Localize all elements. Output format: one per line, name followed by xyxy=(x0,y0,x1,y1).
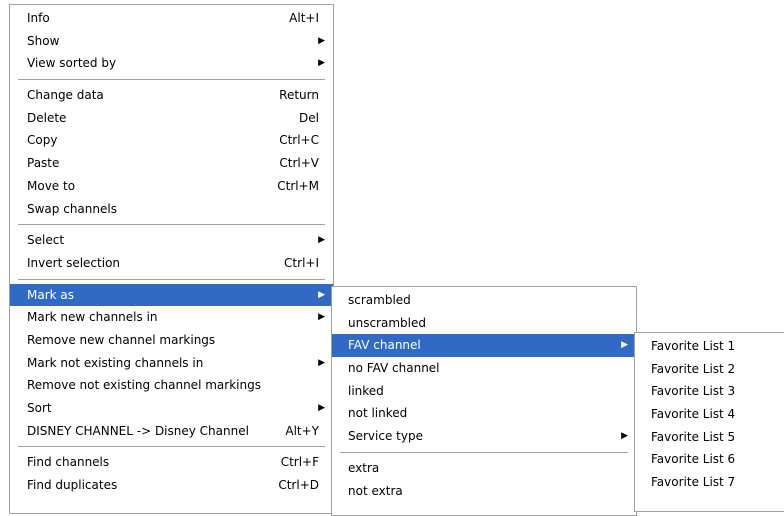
menu-item-view-sorted-by[interactable]: View sorted by ▶ xyxy=(10,52,333,75)
menu-separator xyxy=(10,75,333,84)
menu-item-label: Sort xyxy=(27,401,52,415)
shortcut-label: Ctrl+D xyxy=(278,478,319,493)
menu-item-label: Show xyxy=(27,33,60,48)
menu-item-label: DISNEY CHANNEL -> Disney Channel xyxy=(27,423,249,438)
menu-item-label: View sorted by xyxy=(27,56,117,71)
menu-item-label: Find channels xyxy=(27,455,110,470)
menu-separator xyxy=(10,275,333,284)
menu-item-label: Favorite List 7 xyxy=(651,475,736,490)
menu-item-select[interactable]: Select ▶ xyxy=(10,229,333,252)
menu-item-remove-new-channel-markings[interactable]: Remove new channel markings xyxy=(10,329,333,352)
menu-item-swap-channels[interactable]: Swap channels xyxy=(10,198,333,221)
menu-item-label: Paste xyxy=(27,156,60,171)
shortcut-label: Ctrl+C xyxy=(279,133,319,148)
shortcut-label: Ctrl+V xyxy=(279,156,319,171)
menu-item-mark-as[interactable]: Mark as ▶ xyxy=(10,283,333,307)
menu-separator xyxy=(10,220,333,229)
menu-item-label: Favorite List 1 xyxy=(651,339,736,353)
menu-item-label: Favorite List 4 xyxy=(651,407,736,422)
submenu-arrow-icon: ▶ xyxy=(318,58,325,69)
menu-item-label: Service type xyxy=(348,429,423,444)
menu-item-label: Mark not existing channels in xyxy=(27,355,204,370)
menu-item-label: Change data xyxy=(27,88,104,103)
menu-item-invert-selection[interactable]: Invert selection Ctrl+I xyxy=(10,252,333,275)
submenu-arrow-icon: ▶ xyxy=(318,35,325,46)
menu-item-label: linked xyxy=(348,383,384,398)
menu-item-unscrambled[interactable]: unscrambled xyxy=(332,312,636,335)
menu-item-paste[interactable]: Paste Ctrl+V xyxy=(10,152,333,175)
menu-item-label: Info xyxy=(27,11,50,25)
menu-item-remove-not-existing-channel-markings[interactable]: Remove not existing channel markings xyxy=(10,374,333,397)
menu-item-label: Remove new channel markings xyxy=(27,332,216,347)
fav-channel-submenu: Favorite List 1 Favorite List 2 Favorite… xyxy=(634,332,784,512)
menu-item-not-linked[interactable]: not linked xyxy=(332,402,636,425)
menu-item-sort[interactable]: Sort ▶ xyxy=(10,397,333,420)
menu-item-label: scrambled xyxy=(348,293,411,307)
submenu-arrow-icon: ▶ xyxy=(318,357,325,368)
menu-item-favorite-list-4[interactable]: Favorite List 4 xyxy=(635,403,784,426)
shortcut-label: Return xyxy=(279,88,319,103)
menu-item-label: not extra xyxy=(348,483,403,498)
menu-item-favorite-list-2[interactable]: Favorite List 2 xyxy=(635,358,784,381)
menu-separator xyxy=(332,448,636,457)
shortcut-label: Del xyxy=(299,110,319,125)
menu-item-label: no FAV channel xyxy=(348,361,440,376)
menu-item-favorite-list-7[interactable]: Favorite List 7 xyxy=(635,471,784,494)
menu-item-change-data[interactable]: Change data Return xyxy=(10,84,333,107)
menu-item-mark-not-existing-channels-in[interactable]: Mark not existing channels in ▶ xyxy=(10,352,333,375)
submenu-arrow-icon: ▶ xyxy=(318,403,325,413)
menu-item-label: Favorite List 3 xyxy=(651,384,736,399)
menu-item-label: Invert selection xyxy=(27,255,121,270)
menu-item-find-channels[interactable]: Find channels Ctrl+F xyxy=(10,451,333,474)
menu-item-favorite-list-1[interactable]: Favorite List 1 xyxy=(635,335,784,358)
menu-item-mark-new-channels-in[interactable]: Mark new channels in ▶ xyxy=(10,306,333,329)
menu-item-label: Favorite List 5 xyxy=(651,429,736,444)
menu-item-label: Mark as xyxy=(27,287,75,302)
menu-item-label: Remove not existing channel markings xyxy=(27,378,261,393)
menu-separator xyxy=(10,442,333,451)
menu-item-move-to[interactable]: Move to Ctrl+M xyxy=(10,175,333,198)
menu-item-show[interactable]: Show ▶ xyxy=(10,30,333,53)
menu-item-label: extra xyxy=(348,460,380,475)
menu-item-label: Favorite List 6 xyxy=(651,452,736,467)
menu-item-label: Find duplicates xyxy=(27,478,118,493)
menu-item-extra[interactable]: extra xyxy=(332,457,636,480)
menu-item-delete[interactable]: Delete Del xyxy=(10,107,333,130)
menu-item-label: Copy xyxy=(27,133,58,148)
menu-item-label: Delete xyxy=(27,110,67,125)
submenu-arrow-icon: ▶ xyxy=(318,312,325,323)
context-menu: Info Alt+I Show ▶ View sorted by ▶ Change d… xyxy=(9,4,334,514)
menu-item-label: Swap channels xyxy=(27,201,117,216)
menu-item-favorite-list-6[interactable]: Favorite List 6 xyxy=(635,448,784,471)
menu-item-favorite-list-5[interactable]: Favorite List 5 xyxy=(635,426,784,449)
mark-as-submenu: scrambled unscrambled FAV channel ▶ no FA… xyxy=(331,286,637,516)
shortcut-label: Ctrl+M xyxy=(277,178,319,193)
menu-item-label: FAV channel xyxy=(348,338,421,353)
menu-item-find-duplicates[interactable]: Find duplicates Ctrl+D xyxy=(10,474,333,497)
menu-item-no-fav-channel[interactable]: no FAV channel xyxy=(332,357,636,380)
shortcut-label: Alt+I xyxy=(289,11,319,25)
shortcut-label: Ctrl+I xyxy=(284,255,319,270)
menu-item-disney-rename[interactable]: DISNEY CHANNEL -> Disney Channel Alt+Y xyxy=(10,420,333,443)
menu-item-fav-channel[interactable]: FAV channel ▶ xyxy=(332,334,636,358)
menu-item-linked[interactable]: linked xyxy=(332,380,636,403)
submenu-arrow-icon: ▶ xyxy=(318,289,325,300)
submenu-arrow-icon: ▶ xyxy=(621,431,628,442)
menu-item-label: Move to xyxy=(27,178,76,193)
menu-item-scrambled[interactable]: scrambled xyxy=(332,289,636,312)
menu-item-label: unscrambled xyxy=(348,315,426,330)
menu-item-label: Select xyxy=(27,233,65,248)
menu-item-label: Favorite List 2 xyxy=(651,361,736,376)
submenu-arrow-icon: ▶ xyxy=(621,340,628,351)
menu-item-favorite-list-3[interactable]: Favorite List 3 xyxy=(635,380,784,403)
menu-item-copy[interactable]: Copy Ctrl+C xyxy=(10,129,333,152)
menu-item-label: Mark new channels in xyxy=(27,310,158,325)
menu-item-info[interactable]: Info Alt+I xyxy=(10,7,333,30)
menu-item-service-type[interactable]: Service type ▶ xyxy=(332,425,636,448)
shortcut-label: Alt+Y xyxy=(285,423,319,438)
shortcut-label: Ctrl+F xyxy=(280,455,319,470)
menu-item-label: not linked xyxy=(348,406,408,421)
submenu-arrow-icon: ▶ xyxy=(318,235,325,246)
